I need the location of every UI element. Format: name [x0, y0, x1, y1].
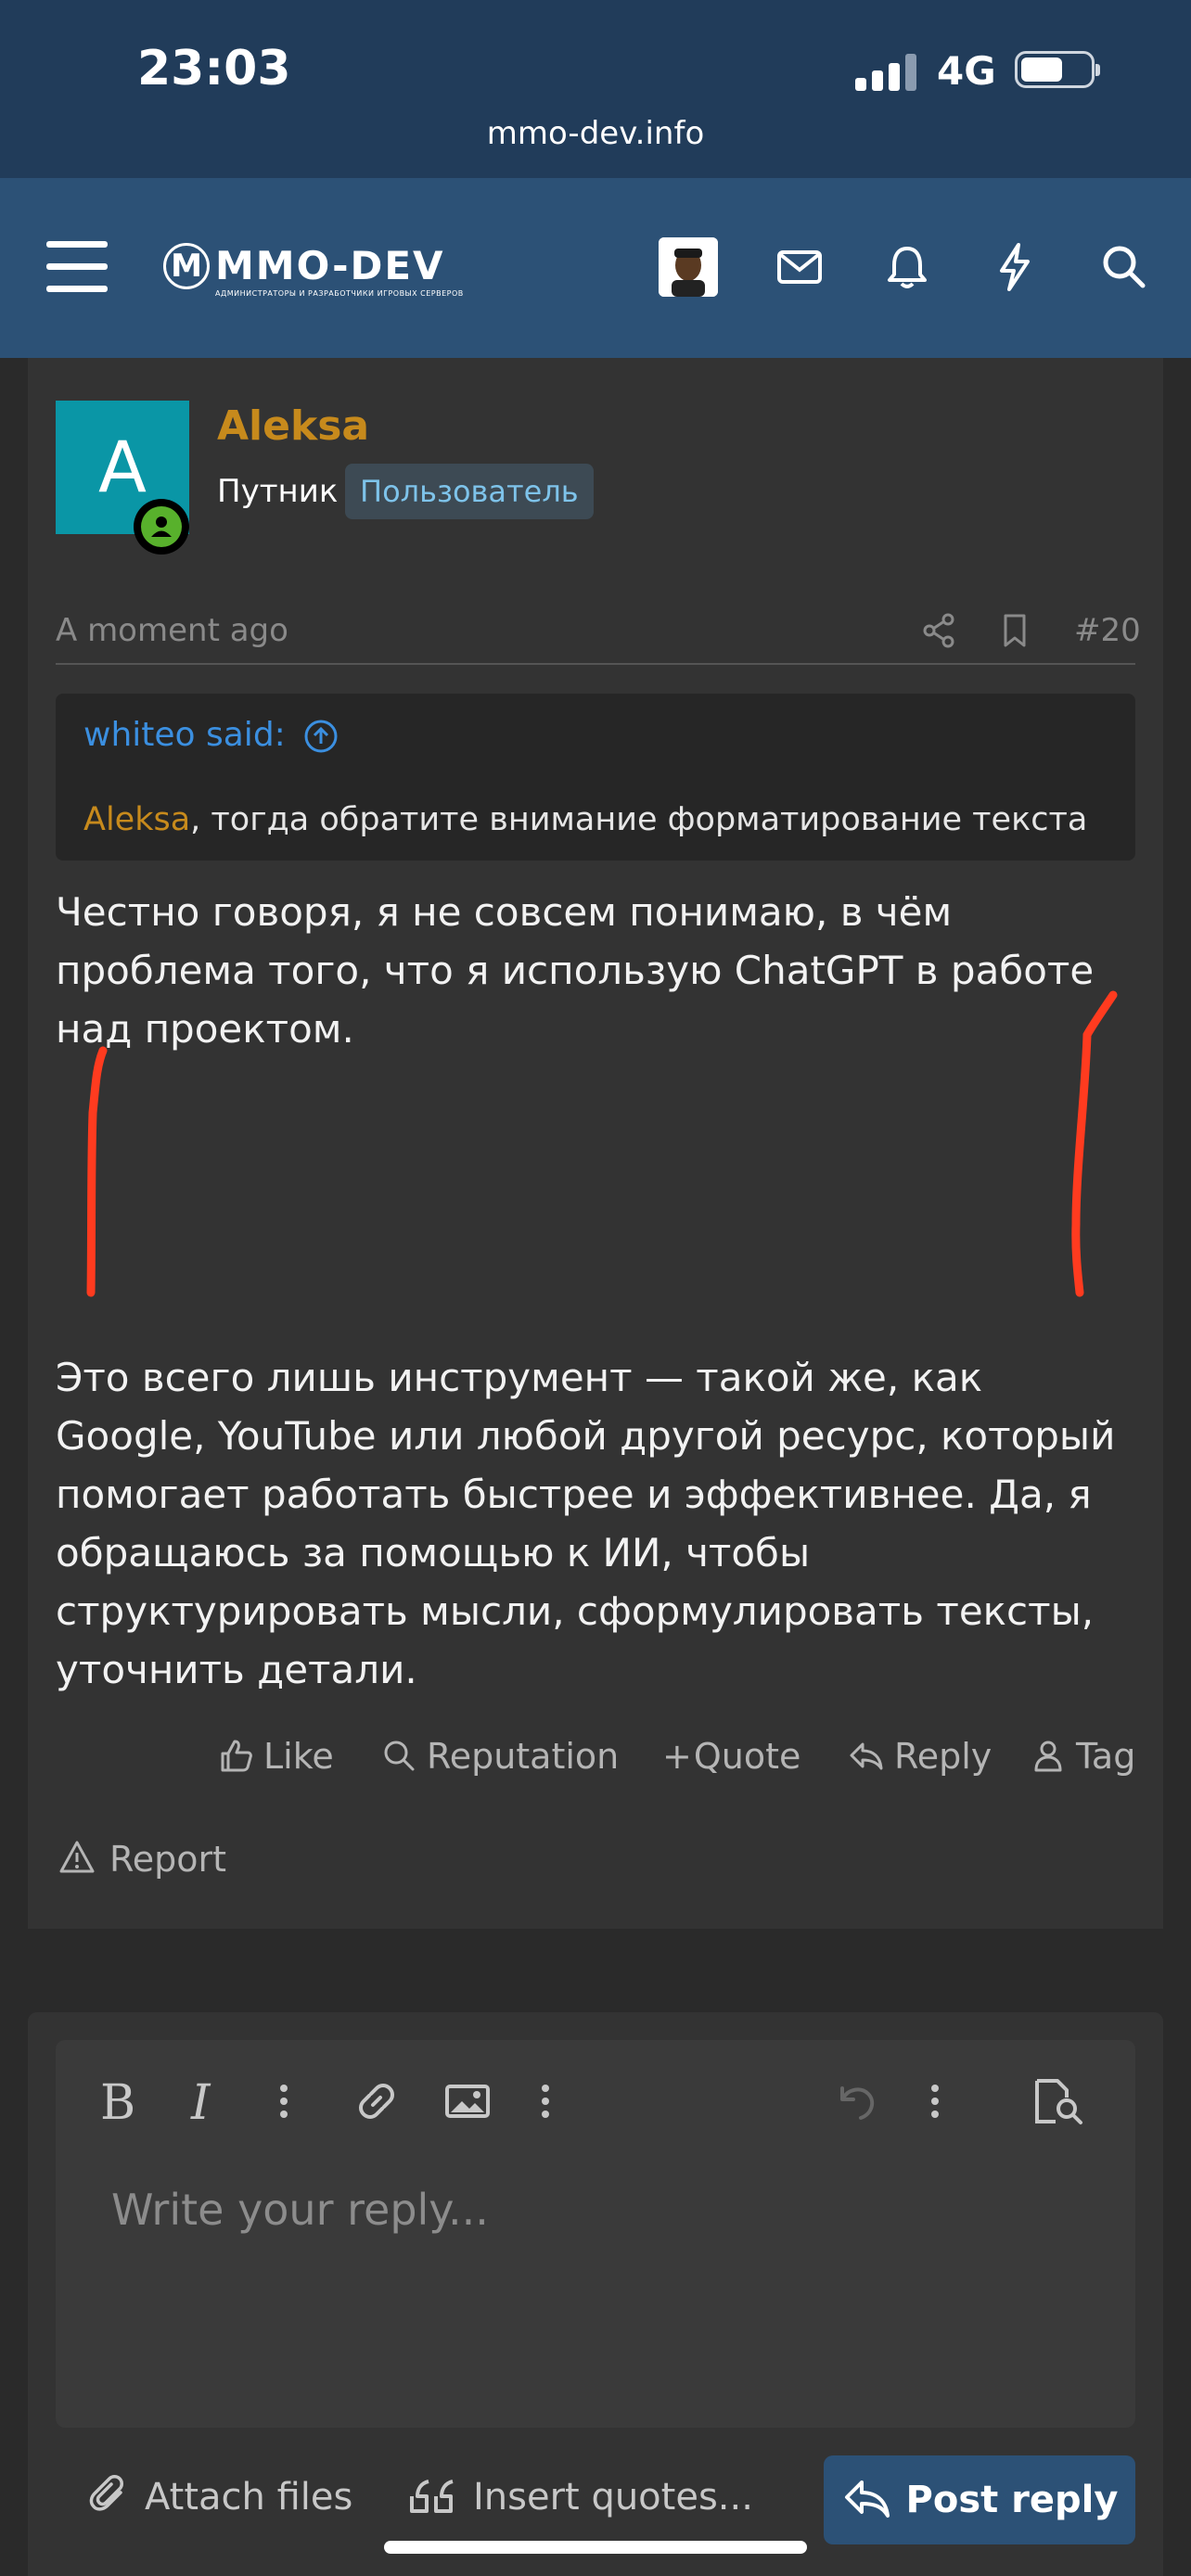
insert-quotes-button[interactable]: Insert quotes...	[408, 2474, 753, 2519]
status-bar: 23:03 4G mmo-dev.info	[0, 0, 1191, 178]
report-button[interactable]: Report	[58, 1838, 226, 1880]
bold-icon[interactable]: B	[100, 2075, 135, 2131]
signal-icon	[855, 54, 920, 91]
online-status-icon	[134, 499, 189, 555]
insert-quotes-label: Insert quotes...	[473, 2476, 753, 2519]
home-indicator[interactable]	[384, 2541, 807, 2554]
user-icon	[1034, 1741, 1062, 1772]
reply-label: Reply	[894, 1736, 992, 1777]
arrow-up-circle-icon[interactable]	[302, 718, 339, 755]
battery-icon	[1015, 51, 1100, 88]
post-username[interactable]: Aleksa	[217, 402, 369, 450]
more-icon[interactable]	[531, 2075, 560, 2127]
quote-text: Aleksa, тогда обратите внимание форматир…	[83, 801, 1087, 838]
quote-block: whiteo said: Aleksa, тогда обратите вним…	[56, 694, 1135, 861]
undo-icon[interactable]	[829, 2075, 881, 2127]
avatar[interactable]	[659, 237, 718, 297]
paperclip-icon	[89, 2475, 123, 2511]
address-bar[interactable]: mmo-dev.info	[0, 115, 1191, 152]
image-icon[interactable]	[442, 2075, 493, 2127]
preview-icon[interactable]	[1030, 2075, 1085, 2127]
search-icon	[384, 1741, 415, 1771]
reputation-label: Reputation	[427, 1736, 620, 1777]
share-icon[interactable]	[916, 608, 961, 653]
warning-icon	[59, 1841, 95, 1873]
quote-content: , тогда обратите внимание форматирование…	[190, 801, 1088, 838]
menu-icon[interactable]	[46, 241, 108, 293]
quote-button[interactable]: +Quote	[662, 1736, 800, 1777]
plus-icon: +	[662, 1736, 692, 1777]
quote-mention[interactable]: Aleksa	[83, 801, 190, 838]
italic-icon[interactable]: I	[191, 2075, 211, 2131]
post-message-paragraph-2: Это всего лишь инструмент — такой же, ка…	[56, 1355, 1116, 1692]
divider	[56, 663, 1135, 665]
lightning-icon[interactable]	[985, 237, 1044, 297]
quote-author[interactable]: whiteo said:	[83, 716, 286, 754]
reply-icon	[850, 1742, 883, 1770]
mail-icon[interactable]	[770, 237, 829, 297]
attach-files-button[interactable]: Attach files	[89, 2474, 352, 2519]
post-number[interactable]: #20	[1074, 612, 1141, 649]
tag-label: Tag	[1076, 1736, 1136, 1777]
link-icon[interactable]	[351, 2075, 403, 2127]
user-title: Путник	[217, 473, 339, 510]
logo-subtitle: АДМИНИСТРАТОРЫ И РАЗРАБОТЧИКИ ИГРОВЫХ СЕ…	[215, 289, 464, 298]
like-button[interactable]: Like	[217, 1736, 334, 1777]
site-header: M MMO-DEV АДМИНИСТРАТОРЫ И РАЗРАБОТЧИКИ …	[0, 178, 1191, 358]
bell-icon[interactable]	[877, 237, 937, 297]
post-timestamp[interactable]: A moment ago	[56, 612, 288, 649]
post-reply-label: Post reply	[905, 2479, 1119, 2521]
user-badge: Пользователь	[345, 464, 594, 519]
like-label: Like	[263, 1736, 334, 1777]
attach-files-label: Attach files	[145, 2476, 353, 2519]
post-message-paragraph-1: Честно говоря, я не совсем понимаю, в чё…	[56, 889, 1095, 1052]
tag-button[interactable]: Tag	[1030, 1736, 1135, 1777]
thumbs-up-icon	[221, 1740, 252, 1772]
more-icon[interactable]	[920, 2075, 950, 2127]
quote-marks-icon	[410, 2480, 454, 2513]
logo-text: MMO-DEV	[215, 243, 445, 288]
clock: 23:03	[137, 41, 291, 96]
search-icon[interactable]	[1095, 237, 1154, 297]
reply-button[interactable]: Reply	[848, 1736, 992, 1777]
logo-mark-icon: M	[163, 243, 210, 289]
quote-label: Quote	[693, 1736, 801, 1777]
reply-icon	[844, 2480, 890, 2518]
report-label: Report	[109, 1839, 226, 1880]
more-icon[interactable]	[269, 2075, 299, 2127]
post-reply-button[interactable]: Post reply	[824, 2455, 1135, 2544]
reply-input-placeholder[interactable]: Write your reply...	[111, 2185, 489, 2235]
reputation-button[interactable]: Reputation	[380, 1736, 619, 1777]
bookmark-icon[interactable]	[992, 608, 1037, 653]
network-type: 4G	[937, 48, 996, 94]
